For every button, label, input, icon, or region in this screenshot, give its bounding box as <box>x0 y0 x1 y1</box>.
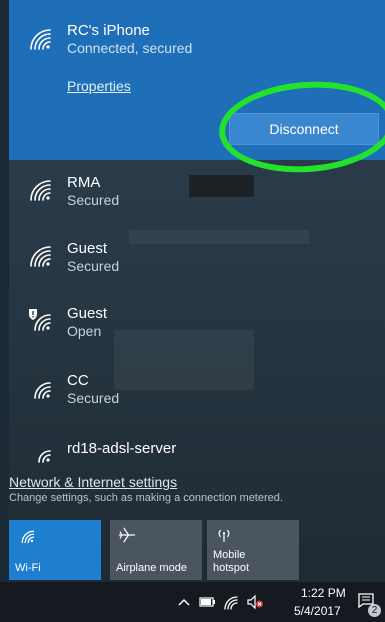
wifi-shield-icon <box>28 308 52 332</box>
notification-count-badge: 2 <box>368 604 381 617</box>
network-name: Guest <box>67 240 108 257</box>
wifi-icon <box>28 440 52 464</box>
network-settings-link[interactable]: Network & Internet settings <box>9 474 177 490</box>
mobile-hotspot-tile[interactable]: Mobile hotspot <box>207 520 299 580</box>
hotspot-icon <box>215 526 233 544</box>
wifi-icon <box>17 526 35 544</box>
wifi-tile-label: Wi-Fi <box>15 562 41 574</box>
clock-time[interactable]: 1:22 PM <box>301 586 346 600</box>
connected-network-status: Connected, secured <box>67 40 193 56</box>
airplane-icon <box>118 526 136 544</box>
network-status: Open <box>67 323 102 339</box>
network-flyout: RC's iPhone Connected, secured Propertie… <box>9 0 385 582</box>
network-name: Guest <box>67 305 108 322</box>
wifi-icon <box>28 178 52 202</box>
hotspot-label-line1: Mobile <box>213 549 246 561</box>
taskbar: 1:22 PM 5/4/2017 2 <box>0 582 385 622</box>
chevron-up-icon[interactable] <box>175 594 193 610</box>
wifi-icon <box>28 27 52 51</box>
wifi-icon <box>28 376 52 400</box>
network-status: Secured <box>67 192 120 208</box>
network-name: rd18-adsl-server <box>67 440 177 457</box>
network-name: CC <box>67 372 89 389</box>
wifi-icon[interactable] <box>222 594 240 610</box>
connected-network-name: RC's iPhone <box>67 22 150 39</box>
background-window-fragment <box>129 230 309 244</box>
airplane-tile-label: Airplane mode <box>116 562 187 574</box>
hotspot-tile-label: Mobile hotspot <box>213 549 249 575</box>
network-status: Secured <box>67 258 120 274</box>
wifi-toggle-tile[interactable]: Wi-Fi <box>9 520 101 580</box>
network-status: Secured <box>67 390 120 406</box>
hotspot-label-line2: hotspot <box>213 562 250 574</box>
network-name: RMA <box>67 174 101 191</box>
background-window-fragment <box>114 330 254 390</box>
connected-network-item[interactable]: RC's iPhone Connected, secured Propertie… <box>9 0 385 160</box>
background-window-fragment <box>189 175 254 197</box>
airplane-mode-tile[interactable]: Airplane mode <box>110 520 202 580</box>
clock-date[interactable]: 5/4/2017 <box>294 604 341 618</box>
wifi-icon <box>28 244 52 268</box>
disconnect-button[interactable]: Disconnect <box>229 113 379 145</box>
speaker-muted-icon[interactable] <box>246 594 264 610</box>
properties-link[interactable]: Properties <box>67 78 131 94</box>
battery-icon[interactable] <box>198 594 216 610</box>
network-settings-description: Change settings, such as making a connec… <box>9 492 283 504</box>
